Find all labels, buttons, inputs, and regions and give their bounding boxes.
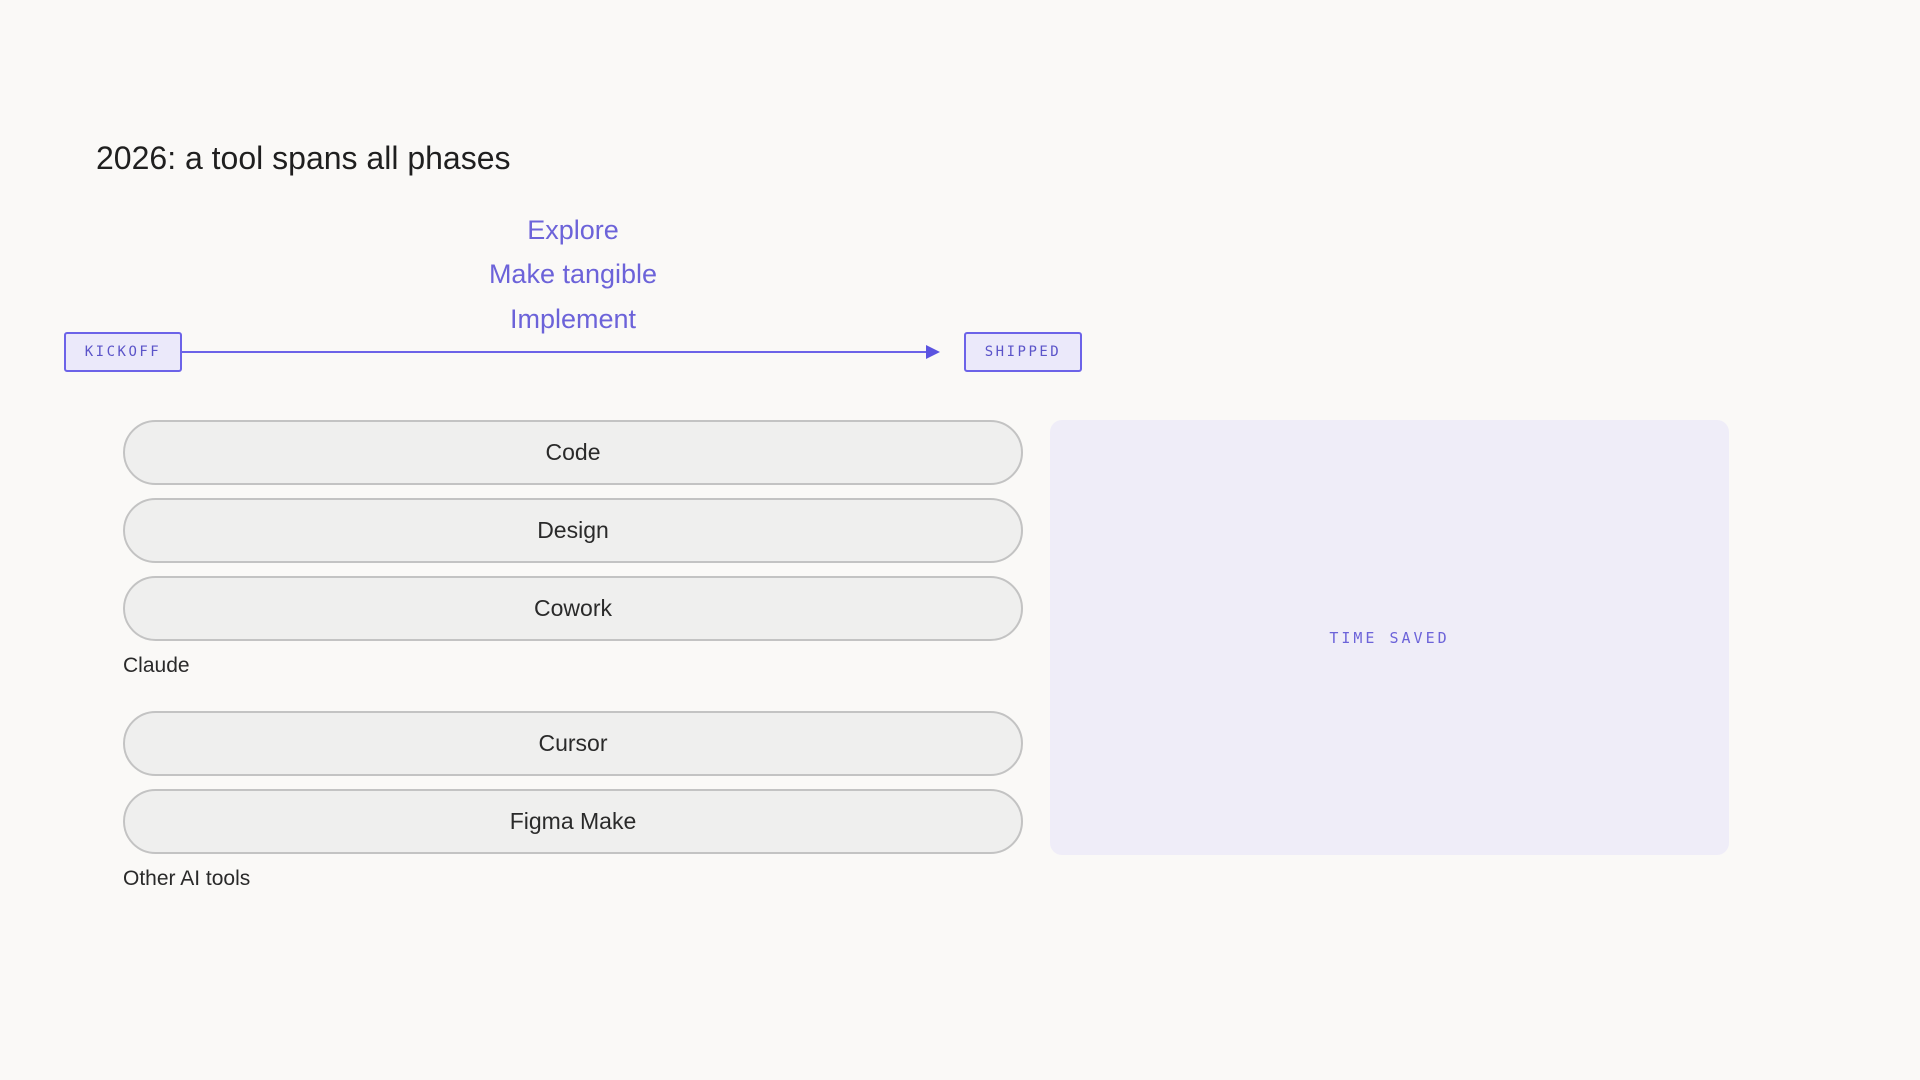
slide-title: 2026: a tool spans all phases xyxy=(96,140,511,176)
kickoff-label: KICKOFF xyxy=(84,344,162,360)
tool-pill-cowork: Cowork xyxy=(123,576,1023,641)
tool-pill-cursor: Cursor xyxy=(123,711,1023,776)
timeline-arrow-icon xyxy=(926,345,940,359)
tool-pill-code: Code xyxy=(123,420,1023,485)
group-label-claude: Claude xyxy=(123,654,190,677)
tool-pill-label: Code xyxy=(545,439,601,465)
group-label-other-ai-tools: Other AI tools xyxy=(123,867,251,890)
shipped-box: SHIPPED xyxy=(964,332,1082,372)
time-saved-panel: TIME SAVED xyxy=(1050,420,1729,855)
time-saved-label: TIME SAVED xyxy=(1329,628,1450,647)
kickoff-box: KICKOFF xyxy=(64,332,182,372)
shipped-label: SHIPPED xyxy=(984,344,1062,360)
timeline-line xyxy=(182,351,926,353)
tool-pill-label: Cursor xyxy=(538,730,608,756)
tool-pill-label: Figma Make xyxy=(509,808,637,834)
phase-make-tangible: Make tangible xyxy=(488,259,658,289)
tool-pill-label: Cowork xyxy=(534,595,612,621)
tool-pill-design: Design xyxy=(123,498,1023,563)
phase-implement: Implement xyxy=(509,304,637,334)
tool-pill-figma-make: Figma Make xyxy=(123,789,1023,854)
phase-explore: Explore xyxy=(527,215,619,245)
tool-pill-label: Design xyxy=(537,517,609,543)
